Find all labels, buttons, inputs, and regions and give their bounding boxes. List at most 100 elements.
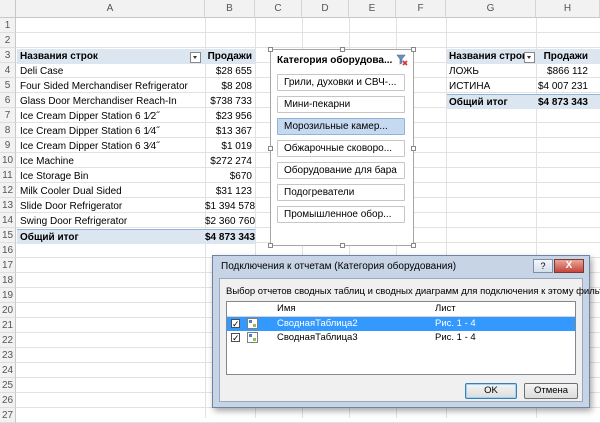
pivot2-row-value[interactable]: $866 112 [536, 64, 600, 79]
help-button[interactable]: ? [533, 259, 553, 273]
row-header[interactable]: 7 [0, 108, 16, 123]
row-header[interactable]: 16 [0, 243, 16, 258]
ok-button[interactable]: OK [465, 383, 517, 399]
pivot1-row-label[interactable]: Deli Case [17, 64, 205, 79]
resize-handle-bottom-right[interactable] [411, 243, 416, 248]
column-header-g[interactable]: G [446, 0, 536, 18]
row-header[interactable]: 13 [0, 198, 16, 213]
slicer-item[interactable]: Грили, духовки и СВЧ-... [277, 74, 405, 91]
close-button[interactable]: X [554, 259, 584, 273]
report-checkbox[interactable] [231, 317, 240, 331]
resize-handle-left[interactable] [268, 146, 273, 151]
row-header[interactable]: 18 [0, 273, 16, 288]
row-header[interactable]: 25 [0, 378, 16, 393]
row-header[interactable]: 5 [0, 78, 16, 93]
resize-handle-top-left[interactable] [268, 47, 273, 52]
report-checkbox[interactable] [231, 331, 240, 345]
pivot1-row-label[interactable]: Milk Cooler Dual Sided [17, 184, 205, 199]
category-slicer[interactable]: Категория оборудова... Грили, духовки и … [268, 47, 416, 248]
row-header[interactable]: 20 [0, 303, 16, 318]
resize-handle-bottom[interactable] [340, 243, 345, 248]
column-header-b[interactable]: B [205, 0, 255, 18]
pivot2-row-label[interactable]: ИСТИНА [447, 79, 536, 94]
slicer-item[interactable]: Промышленное обор... [277, 206, 405, 223]
pivot1-row-label[interactable]: Swing Door Refrigerator [17, 214, 205, 229]
pivot2-grand-total-label[interactable]: Общий итог [447, 94, 536, 109]
pivot1-values-header[interactable]: Продажи [205, 49, 255, 64]
pivot1-row-value[interactable]: $28 655 [205, 64, 255, 79]
resize-handle-bottom-left[interactable] [268, 243, 273, 248]
report-row[interactable]: СводнаяТаблица2 Рис. 1 - 4 [227, 317, 575, 331]
pivot1-row-value[interactable]: $23 956 [205, 109, 255, 124]
row-header[interactable]: 23 [0, 348, 16, 363]
pivot1-row-value[interactable]: $272 274 [205, 154, 255, 169]
pivot1-grand-total-label[interactable]: Общий итог [17, 229, 205, 244]
row-header[interactable]: 14 [0, 213, 16, 228]
row-header[interactable]: 21 [0, 318, 16, 333]
cancel-button[interactable]: Отмена [524, 383, 578, 399]
row-header[interactable]: 17 [0, 258, 16, 273]
pivot1-row-value[interactable]: $1 019 [205, 139, 255, 154]
reports-list[interactable]: Имя Лист СводнаяТаблица2Рис. 1 - 4Сводна… [226, 301, 576, 375]
column-name-header[interactable]: Имя [277, 302, 296, 316]
row-header[interactable]: 22 [0, 333, 16, 348]
slicer-item[interactable]: Мини-пекарни [277, 96, 405, 113]
pivot2-filter-dropdown-icon[interactable] [524, 52, 535, 63]
pivot1-row-label[interactable]: Glass Door Merchandiser Reach-In [17, 94, 205, 109]
column-header-a[interactable]: A [16, 0, 205, 18]
pivot1-row-value[interactable]: $8 208 [205, 79, 255, 94]
pivot1-row-label[interactable]: Four Sided Merchandiser Refrigerator [17, 79, 205, 94]
slicer-item[interactable]: Оборудование для бара [277, 162, 405, 179]
slicer-item[interactable]: Обжарочные сковоро... [277, 140, 405, 157]
column-sheet-header[interactable]: Лист [435, 302, 456, 316]
row-header[interactable]: 8 [0, 123, 16, 138]
pivot2-row-labels-header[interactable]: Названия строк [447, 49, 536, 64]
resize-handle-top-right[interactable] [411, 47, 416, 52]
pivot1-row-labels-header[interactable]: Названия строк [17, 49, 205, 64]
pivot1-row-value[interactable]: $670 [205, 169, 255, 184]
pivot1-row-value[interactable]: $31 123 [205, 184, 255, 199]
pivot1-row-label[interactable]: Slide Door Refrigerator [17, 199, 205, 214]
row-header[interactable]: 4 [0, 63, 16, 78]
pivot1-row-label[interactable]: Ice Machine [17, 154, 205, 169]
row-header[interactable]: 24 [0, 363, 16, 378]
row-header[interactable]: 12 [0, 183, 16, 198]
row-header[interactable]: 27 [0, 408, 16, 423]
pivot1-row-value[interactable]: $13 367 [205, 124, 255, 139]
pivot1-row-label[interactable]: Ice Cream Dipper Station 6 1⁄2˝ [17, 109, 205, 124]
slicer-item[interactable]: Морозильные камер... [277, 118, 405, 135]
row-header[interactable]: 19 [0, 288, 16, 303]
row-header[interactable]: 6 [0, 93, 16, 108]
column-header-c[interactable]: C [255, 0, 302, 18]
row-header[interactable]: 10 [0, 153, 16, 168]
column-header-d[interactable]: D [302, 0, 349, 18]
column-header-h[interactable]: H [536, 0, 600, 18]
row-header[interactable]: 15 [0, 228, 16, 243]
row-header[interactable]: 2 [0, 33, 16, 48]
clear-filter-icon[interactable] [396, 54, 408, 66]
row-header[interactable]: 9 [0, 138, 16, 153]
pivot2-values-header[interactable]: Продажи [536, 49, 600, 64]
pivot1-row-value[interactable]: $2 360 760 [205, 214, 255, 229]
resize-handle-right[interactable] [411, 146, 416, 151]
pivot1-grand-total-value[interactable]: $4 873 343 [205, 229, 255, 244]
slicer-item[interactable]: Подогреватели [277, 184, 405, 201]
pivot1-row-label[interactable]: Ice Storage Bin [17, 169, 205, 184]
select-all-corner[interactable] [0, 0, 16, 18]
report-row[interactable]: СводнаяТаблица3 Рис. 1 - 4 [227, 331, 575, 345]
resize-handle-top[interactable] [340, 47, 345, 52]
row-header[interactable]: 1 [0, 18, 16, 33]
pivot1-row-label[interactable]: Ice Cream Dipper Station 6 3⁄4˝ [17, 139, 205, 154]
pivot2-grand-total-value[interactable]: $4 873 343 [536, 94, 600, 109]
pivot2-row-label[interactable]: ЛОЖЬ [447, 64, 536, 79]
row-header[interactable]: 11 [0, 168, 16, 183]
column-header-e[interactable]: E [349, 0, 396, 18]
pivot2-row-value[interactable]: $4 007 231 [536, 79, 600, 94]
pivot1-row-value[interactable]: $1 394 578 [205, 199, 255, 214]
pivot1-row-value[interactable]: $738 733 [205, 94, 255, 109]
column-header-f[interactable]: F [396, 0, 446, 18]
pivot1-row-label[interactable]: Ice Cream Dipper Station 6 1⁄4˝ [17, 124, 205, 139]
row-header[interactable]: 26 [0, 393, 16, 408]
pivot1-filter-dropdown-icon[interactable] [190, 52, 201, 63]
row-header[interactable]: 3 [0, 48, 16, 63]
